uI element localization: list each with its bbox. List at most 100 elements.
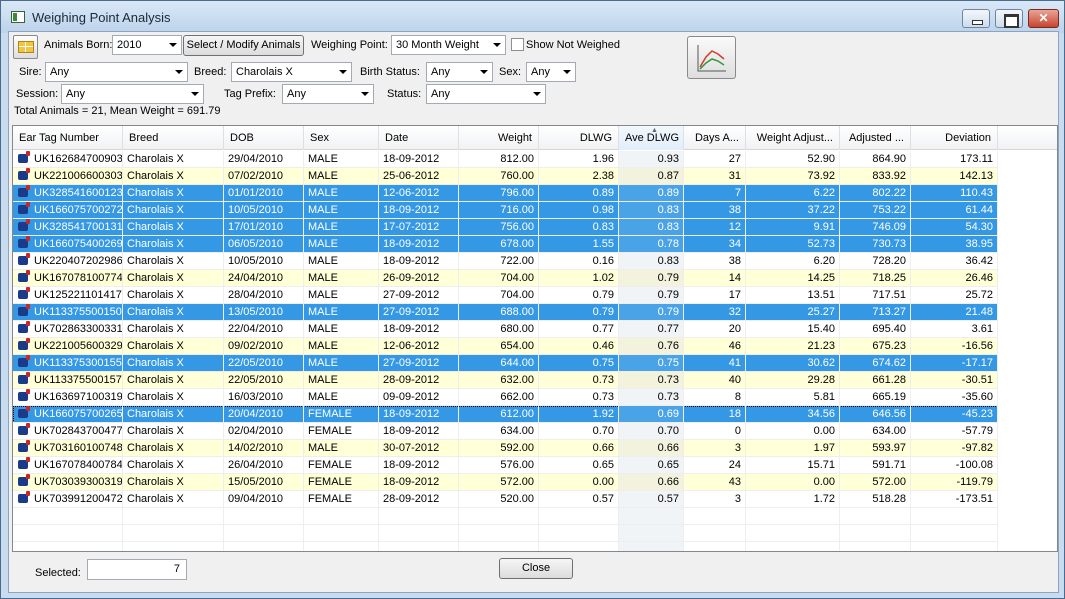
status-select[interactable]: Any [426,84,546,104]
cell-sex: MALE [304,287,379,304]
status-label: Status: [387,88,422,100]
cell-adjusted: 674.62 [840,355,911,372]
column-header-sex[interactable]: Sex [304,126,379,150]
table-row[interactable]: UK221006600303 Charolais X 07/02/2010 MALE 2… [13,168,998,185]
table-row[interactable]: UK113375500157 Charolais X 22/05/2010 MALE 2… [13,372,998,389]
close-window-button[interactable] [1028,9,1059,28]
birth-status-select[interactable]: Any [426,62,493,82]
tag-prefix-select[interactable]: Any [282,84,374,104]
table-row[interactable]: UK703991200472 Charolais X 09/04/2010 FEMAL… [13,491,998,508]
table-row[interactable]: UK167078100774 Charolais X 24/04/2010 MALE 2… [13,270,998,287]
table-row[interactable]: UK166075700265 Charolais X 20/04/2010 FEMAL… [13,406,998,423]
cell-adjusted: 753.22 [840,202,911,219]
cell-adjusted: 802.22 [840,185,911,202]
sex-value: Any [531,66,550,78]
title-bar[interactable]: Weighing Point Analysis [1,1,1064,33]
table-row[interactable]: UK113375300155 Charolais X 22/05/2010 MALE 2… [13,355,998,372]
cell-days: 43 [684,474,746,491]
graph-button[interactable] [687,36,736,79]
cell-dob: 24/04/2010 [224,270,304,287]
table-row[interactable]: UK166075700272 Charolais X 10/05/2010 MALE 1… [13,202,998,219]
sex-select[interactable]: Any [526,62,576,82]
column-header-dob[interactable]: DOB [224,126,304,150]
column-header-weight[interactable]: Weight [459,126,539,150]
cell-dlwg: 0.79 [539,287,619,304]
empty-cell [911,525,998,542]
sire-select[interactable]: Any [45,62,188,82]
cell-date: 27-09-2012 [379,287,459,304]
cow-icon [17,185,33,198]
table-row[interactable]: UK125221101417 Charolais X 28/04/2010 MALE 2… [13,287,998,304]
cell-breed: Charolais X [123,355,224,372]
empty-cell [684,542,746,551]
column-header-ave-dlwg[interactable]: Ave DLWG ▲ [619,126,684,150]
cell-adjusted: 833.92 [840,168,911,185]
empty-row [13,525,998,542]
cell-deviation: 142.13 [911,168,998,185]
empty-cell [304,508,379,525]
minimize-button[interactable] [962,9,990,28]
cell-deviation: 38.95 [911,236,998,253]
table-row[interactable]: UK113375500150 Charolais X 13/05/2010 MALE 2… [13,304,998,321]
cell-ave-dlwg: 0.66 [619,440,684,457]
cell-weight: 520.00 [459,491,539,508]
session-select[interactable]: Any [61,84,204,104]
column-header-deviation[interactable]: Deviation [911,126,998,150]
weighing-point-label: Weighing Point: [311,39,388,51]
cell-ave-dlwg: 0.83 [619,253,684,270]
table-row[interactable]: UK220407202986 Charolais X 10/05/2010 MALE 1… [13,253,998,270]
cow-icon [17,372,33,385]
table-row[interactable]: UK166075400269 Charolais X 06/05/2010 MALE 1… [13,236,998,253]
table-row[interactable]: UK703039300319 Charolais X 15/05/2010 FEMAL… [13,474,998,491]
weighing-point-select[interactable]: 30 Month Weight [391,35,506,55]
calendar-button[interactable] [13,35,38,59]
empty-cell [840,508,911,525]
column-header-adjusted[interactable]: Adjusted ... [840,126,911,150]
table-header: Ear Tag Number Breed DOB Sex Date Weight DLWG A… [13,126,1057,150]
results-table[interactable]: Ear Tag Number Breed DOB Sex Date Weight DLWG A… [12,125,1058,552]
table-row[interactable]: UK328541600123 Charolais X 01/01/2010 MALE 1… [13,185,998,202]
cell-weight: 756.00 [459,219,539,236]
cell-weight-adjust: 1.97 [746,440,840,457]
cell-ave-dlwg: 0.79 [619,304,684,321]
cell-date: 18-09-2012 [379,457,459,474]
column-header-days[interactable]: Days A... [684,126,746,150]
table-row[interactable]: UK703160100748 Charolais X 14/02/2010 MALE 3… [13,440,998,457]
table-row[interactable]: UK702863300331 Charolais X 22/04/2010 MALE 1… [13,321,998,338]
cell-weight: 612.00 [459,406,539,423]
table-row[interactable]: UK167078400784 Charolais X 26/04/2010 FEMAL… [13,457,998,474]
cell-deviation: 21.48 [911,304,998,321]
cell-dob: 02/04/2010 [224,423,304,440]
cell-days: 8 [684,389,746,406]
column-header-breed[interactable]: Breed [123,126,224,150]
show-not-weighed-checkbox[interactable] [511,38,524,51]
table-row[interactable]: UK221005600329 Charolais X 09/02/2010 MALE 1… [13,338,998,355]
cell-ave-dlwg: 0.75 [619,355,684,372]
empty-cell [459,508,539,525]
cow-icon [17,287,33,300]
close-button[interactable]: Close [499,558,573,579]
breed-select[interactable]: Charolais X [231,62,352,82]
maximize-button[interactable] [995,9,1023,28]
animals-born-select[interactable]: 2010 [112,35,182,55]
column-header-date[interactable]: Date [379,126,459,150]
column-header-weight-adjust[interactable]: Weight Adjust... [746,126,840,150]
ear-tag-text: UK328541700131 [34,221,123,233]
cell-ave-dlwg: 0.73 [619,389,684,406]
table-row[interactable]: UK162684700903 Charolais X 29/04/2010 MALE 1… [13,151,998,168]
column-header-ear-tag[interactable]: Ear Tag Number [13,126,123,150]
table-row[interactable]: UK328541700131 Charolais X 17/01/2010 MALE 1… [13,219,998,236]
selected-label: Selected: [35,567,81,579]
cell-dlwg: 0.77 [539,321,619,338]
table-row[interactable]: UK702843700477 Charolais X 02/04/2010 FEMAL… [13,423,998,440]
cell-ave-dlwg: 0.57 [619,491,684,508]
cell-date: 27-09-2012 [379,355,459,372]
select-modify-animals-button[interactable]: Select / Modify Animals [183,35,304,56]
cell-ave-dlwg: 0.93 [619,151,684,168]
column-header-dlwg[interactable]: DLWG [539,126,619,150]
ear-tag-text: UK702843700477 [34,425,123,437]
table-row[interactable]: UK163697100319 Charolais X 16/03/2010 MALE 0… [13,389,998,406]
cell-deviation: 3.61 [911,321,998,338]
cell-dlwg: 2.38 [539,168,619,185]
empty-cell [379,525,459,542]
